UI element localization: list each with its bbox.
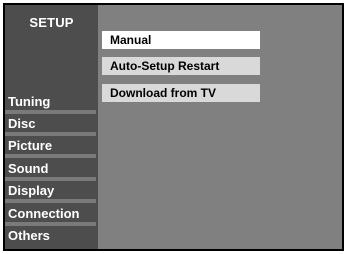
menu-item-connection[interactable]: Connection bbox=[5, 206, 96, 226]
option-manual[interactable]: Manual bbox=[102, 31, 260, 49]
menu-item-label: Tuning bbox=[8, 94, 51, 109]
menu-divider bbox=[5, 177, 96, 181]
menu-divider bbox=[5, 110, 96, 114]
menu-item-label: Others bbox=[8, 228, 50, 243]
menu-item-tuning[interactable]: Tuning bbox=[5, 94, 96, 114]
menu-item-label: Connection bbox=[8, 206, 80, 221]
menu-divider bbox=[5, 132, 96, 136]
menu-item-label: Disc bbox=[8, 116, 36, 131]
setup-screen: SETUP Tuning Disc Picture Sound Display … bbox=[0, 0, 347, 254]
menu-item-disc[interactable]: Disc bbox=[5, 116, 96, 136]
menu-item-display[interactable]: Display bbox=[5, 183, 96, 203]
option-label: Download from TV bbox=[110, 86, 216, 100]
menu-item-label: Display bbox=[8, 183, 55, 198]
menu-item-others[interactable]: Others bbox=[5, 228, 96, 244]
menu-divider bbox=[5, 199, 96, 203]
option-auto-setup-restart[interactable]: Auto-Setup Restart bbox=[102, 57, 260, 75]
option-label: Manual bbox=[110, 33, 152, 47]
setup-title: SETUP bbox=[29, 15, 74, 30]
option-label: Auto-Setup Restart bbox=[110, 59, 220, 73]
menu-divider bbox=[5, 222, 96, 226]
menu-item-label: Sound bbox=[8, 161, 49, 176]
menu-item-sound[interactable]: Sound bbox=[5, 161, 96, 181]
menu-item-picture[interactable]: Picture bbox=[5, 138, 96, 158]
menu-divider bbox=[5, 154, 96, 158]
menu-item-label: Picture bbox=[8, 138, 53, 153]
option-download-from-tv[interactable]: Download from TV bbox=[102, 84, 260, 102]
